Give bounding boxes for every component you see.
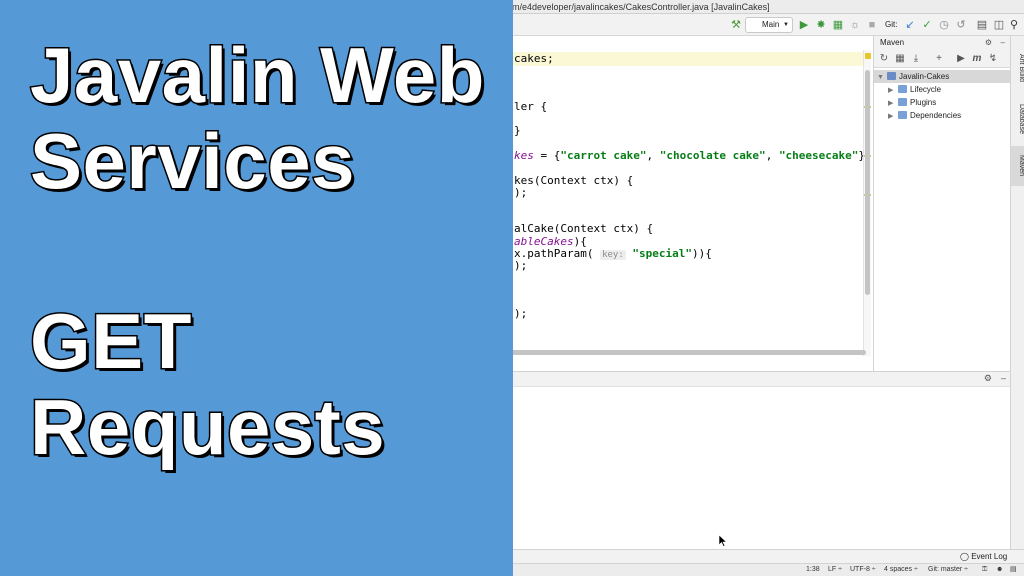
tree-item-javalin-cakes[interactable]: ▼ Javalin-Cakes xyxy=(874,70,1011,83)
code-line: ); xyxy=(514,307,528,320)
maven-panel-header: Maven ⚙ – xyxy=(874,36,1010,50)
expanded-triangle-icon: ▼ xyxy=(877,74,884,81)
file-encoding[interactable]: UTF-8 ÷ xyxy=(850,564,876,576)
chevron-down-icon: ▼ xyxy=(783,22,789,28)
module-icon xyxy=(887,72,896,80)
line-separator[interactable]: LF ÷ xyxy=(828,564,842,576)
tree-item-dependencies[interactable]: ▶ Dependencies xyxy=(888,109,961,122)
window-title: m/e4developer/javalincakes/CakesControll… xyxy=(500,0,1024,14)
editor-vertical-scrollbar[interactable] xyxy=(865,70,870,295)
code-line: kes = {"carrot cake", "chocolate cake", … xyxy=(514,149,868,162)
memory-icon[interactable]: ▤ xyxy=(1010,564,1017,576)
lock-icon[interactable]: ⚿ xyxy=(982,564,987,576)
event-log-icon: ◯ xyxy=(960,552,969,561)
maven-title: Maven xyxy=(880,38,905,47)
tree-item-plugins[interactable]: ▶ Plugins xyxy=(888,96,936,109)
tree-item-lifecycle[interactable]: ▶ Lifecycle xyxy=(888,83,941,96)
event-log-button[interactable]: ◯ Event Log xyxy=(960,550,1007,564)
code-line: kes(Context ctx) { xyxy=(514,174,634,187)
search-icon[interactable]: ⚲ xyxy=(1006,17,1022,33)
title-card: Javalin Web Services GET Requests xyxy=(0,0,513,576)
code-line: } xyxy=(514,124,521,137)
run-goal-icon[interactable]: ▶ xyxy=(954,52,968,66)
git-history-icon[interactable]: ◷ xyxy=(936,17,952,33)
right-tool-strip: Ant Build Database Maven xyxy=(1010,36,1024,576)
title-line-3: GET xyxy=(28,297,192,386)
collapsed-triangle-icon: ▶ xyxy=(888,113,894,120)
caret-position[interactable]: 1:38 xyxy=(806,564,820,576)
folder-icon xyxy=(898,85,907,93)
git-commit-icon[interactable]: ✓ xyxy=(919,17,935,33)
subtitle-heading: GET Requests xyxy=(28,297,386,472)
add-icon[interactable]: + xyxy=(932,52,946,66)
run-config-label: Main xyxy=(762,20,780,29)
generate-sources-icon[interactable]: ▦ xyxy=(893,52,907,66)
download-icon[interactable]: ⤓ xyxy=(909,52,923,66)
inspector-icon[interactable]: ☻ xyxy=(996,564,1003,576)
git-branch[interactable]: Git: master ÷ xyxy=(928,564,968,576)
code-line: ler { xyxy=(514,100,548,113)
layout-icon[interactable]: ◫ xyxy=(991,17,1007,33)
code-editor[interactable]: cakes; ler { } kes = {"carrot cake", "ch… xyxy=(500,50,868,356)
stop-icon[interactable]: ■ xyxy=(864,17,880,33)
gear-icon[interactable]: ⚙ xyxy=(985,36,992,50)
maven-m-icon[interactable]: m xyxy=(970,52,984,66)
bottom-panel-header: ⚙ – xyxy=(500,371,1010,387)
indent-setting[interactable]: 4 spaces ÷ xyxy=(884,564,918,576)
title-line-1: Javalin Web xyxy=(29,31,486,120)
editor-horizontal-scrollbar[interactable] xyxy=(500,350,866,355)
event-log-bar: ◯ Event Log xyxy=(500,549,1024,563)
bottom-tool-panel[interactable] xyxy=(500,387,1010,549)
hide-icon[interactable]: – xyxy=(1001,373,1006,383)
profile-icon[interactable]: ☼ xyxy=(847,17,863,33)
code-line: alCake(Context ctx) { xyxy=(514,222,654,235)
project-structure-icon[interactable]: ▤ xyxy=(974,17,990,33)
toggle-offline-icon[interactable]: ↯ xyxy=(986,52,1000,66)
git-revert-icon[interactable]: ↺ xyxy=(953,17,969,33)
status-bar: 1:38 LF ÷ UTF-8 ÷ 4 spaces ÷ Git: master… xyxy=(500,563,1024,576)
build-hammer-icon[interactable]: ⚒ xyxy=(728,17,744,33)
title-line-2: Services xyxy=(29,117,356,206)
gear-icon[interactable]: ⚙ xyxy=(984,373,992,384)
code-line: cakes; xyxy=(500,52,868,66)
title-line-4: Requests xyxy=(28,383,386,472)
main-toolbar: ⚒ Main ▼ ▶ ✸ ▦ ☼ ■ Git: ↙ ✓ ◷ ↺ ▤ ◫ ⚲ xyxy=(500,14,1024,36)
hide-icon[interactable]: – xyxy=(1001,36,1005,50)
warning-marker[interactable] xyxy=(865,53,871,59)
tab-ant-build[interactable]: Ant Build xyxy=(1011,42,1024,94)
reload-icon[interactable]: ↻ xyxy=(877,52,891,66)
folder-icon xyxy=(898,111,907,119)
maven-panel: Maven ⚙ – ↻ ▦ ⤓ + ▶ m ↯ ▼ Javalin-Cakes ▶… xyxy=(873,36,1011,371)
tab-database[interactable]: Database xyxy=(1011,96,1024,142)
code-line: ); xyxy=(514,259,528,272)
maven-toolbar: ↻ ▦ ⤓ + ▶ m ↯ xyxy=(874,50,1010,68)
code-line: x.pathParam( key: "special")){ xyxy=(514,247,712,260)
git-label: Git: xyxy=(885,20,898,29)
code-line: ); xyxy=(514,186,528,199)
tab-maven[interactable]: Maven xyxy=(1011,146,1024,186)
coverage-icon[interactable]: ▦ xyxy=(830,17,846,33)
run-icon[interactable]: ▶ xyxy=(796,17,812,33)
title-heading: Javalin Web Services xyxy=(29,31,486,206)
mouse-pointer-icon xyxy=(719,535,727,547)
folder-icon xyxy=(898,98,907,106)
run-config-select[interactable]: Main ▼ xyxy=(745,17,793,33)
debug-icon[interactable]: ✸ xyxy=(813,17,829,33)
git-update-icon[interactable]: ↙ xyxy=(902,17,918,33)
param-hint: key: xyxy=(600,250,626,260)
